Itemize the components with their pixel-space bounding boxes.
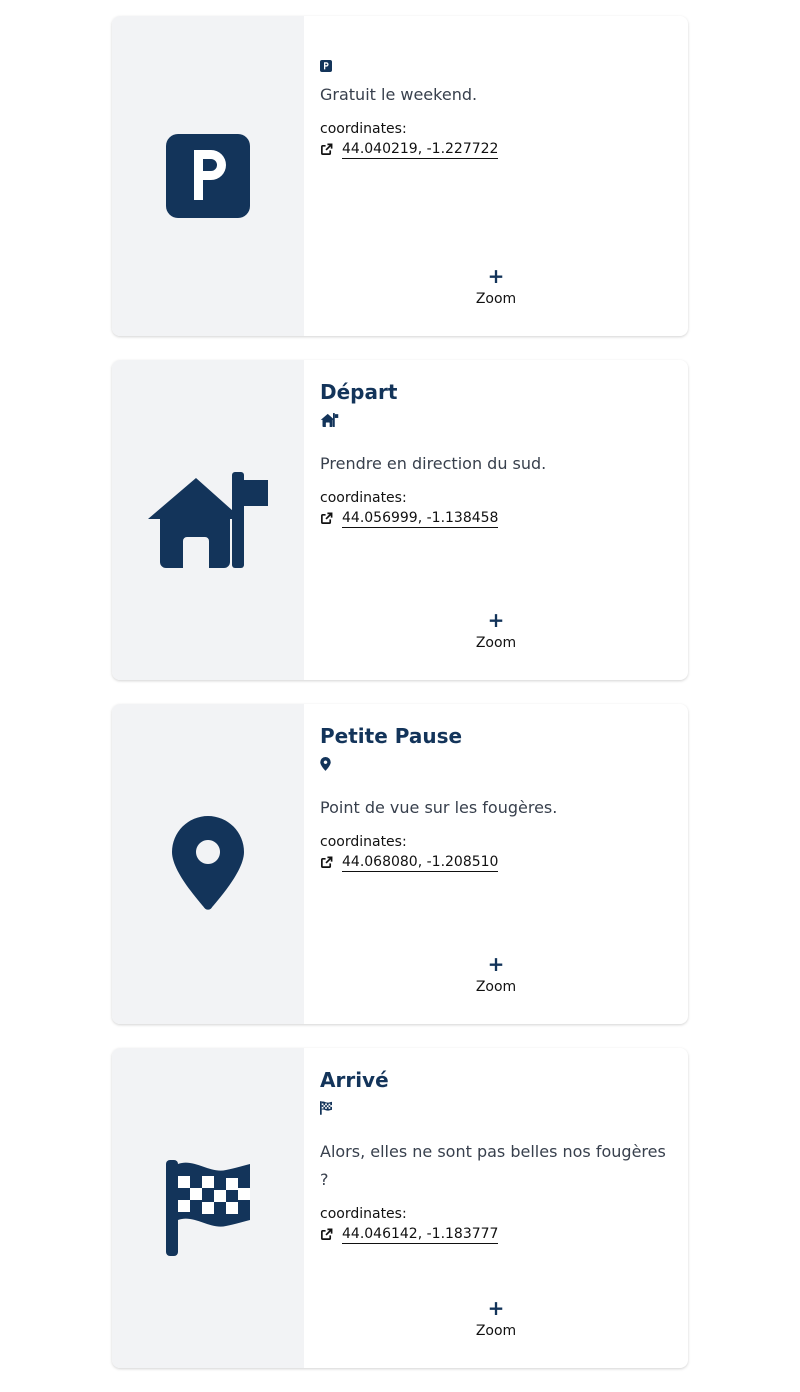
waypoint-body: Arrivé Alors, elles ne sont pas belles n… <box>304 1048 688 1368</box>
external-link-icon <box>321 856 333 868</box>
waypoint-card: Gratuit le weekend. coordinates: 44.0402… <box>112 16 688 336</box>
plus-icon: + <box>487 608 505 632</box>
waypoint-description: Alors, elles ne sont pas belles nos foug… <box>320 1142 666 1189</box>
waypoint-title: Arrivé <box>320 1068 389 1092</box>
external-link-icon <box>321 143 333 155</box>
checkered-flag-icon <box>320 1101 332 1115</box>
waypoint-visual <box>112 360 304 680</box>
coordinates-value[interactable]: 44.056999, -1.138458 <box>342 509 499 528</box>
house-flag-icon <box>148 472 268 568</box>
house-flag-icon <box>320 413 339 427</box>
plus-icon: + <box>487 952 505 976</box>
zoom-label: Zoom <box>475 635 517 651</box>
checkered-flag-icon <box>166 1160 250 1256</box>
plus-icon: + <box>487 1296 505 1320</box>
coordinates-label: coordinates: <box>320 490 407 506</box>
coordinates-label: coordinates: <box>320 834 407 850</box>
waypoint-card: Petite Pause Point de vue sur les fougèr… <box>112 704 688 1024</box>
parking-icon <box>166 134 250 218</box>
coordinates-link[interactable]: 44.046142, -1.183777 <box>320 1225 499 1244</box>
zoom-label: Zoom <box>475 979 517 995</box>
location-pin-icon <box>172 816 244 910</box>
coordinates-label: coordinates: <box>320 121 407 137</box>
location-pin-icon <box>320 757 331 771</box>
waypoint-card: Arrivé Alors, elles ne sont pas belles n… <box>112 1048 688 1368</box>
waypoint-visual <box>112 704 304 1024</box>
coordinates-link[interactable]: 44.040219, -1.227722 <box>320 140 499 159</box>
zoom-label: Zoom <box>475 291 517 307</box>
waypoint-body: Petite Pause Point de vue sur les fougèr… <box>304 704 688 1024</box>
zoom-label: Zoom <box>475 1323 517 1339</box>
waypoint-title: Départ <box>320 380 398 404</box>
zoom-button[interactable]: + Zoom <box>304 265 688 308</box>
coordinates-value[interactable]: 44.068080, -1.208510 <box>342 853 499 872</box>
coordinates-label: coordinates: <box>320 1206 407 1222</box>
waypoint-description: Gratuit le weekend. <box>320 85 478 104</box>
plus-icon: + <box>487 264 505 288</box>
zoom-button[interactable]: + Zoom <box>304 1297 688 1340</box>
zoom-button[interactable]: + Zoom <box>304 953 688 996</box>
zoom-button[interactable]: + Zoom <box>304 609 688 652</box>
coordinates-value[interactable]: 44.040219, -1.227722 <box>342 140 499 159</box>
coordinates-link[interactable]: 44.056999, -1.138458 <box>320 509 499 528</box>
waypoint-body: Départ Prendre en direction du sud. coor… <box>304 360 688 680</box>
waypoint-card: Départ Prendre en direction du sud. coor… <box>112 360 688 680</box>
waypoint-title: Petite Pause <box>320 724 463 748</box>
external-link-icon <box>321 1228 333 1240</box>
external-link-icon <box>321 512 333 524</box>
waypoint-description: Prendre en direction du sud. <box>320 454 547 473</box>
waypoint-visual <box>112 16 304 336</box>
waypoint-visual <box>112 1048 304 1368</box>
waypoint-description: Point de vue sur les fougères. <box>320 798 558 817</box>
waypoint-list: Gratuit le weekend. coordinates: 44.0402… <box>112 16 688 1392</box>
coordinates-value[interactable]: 44.046142, -1.183777 <box>342 1225 499 1244</box>
coordinates-link[interactable]: 44.068080, -1.208510 <box>320 853 499 872</box>
parking-icon <box>320 60 332 72</box>
waypoint-body: Gratuit le weekend. coordinates: 44.0402… <box>304 16 688 336</box>
